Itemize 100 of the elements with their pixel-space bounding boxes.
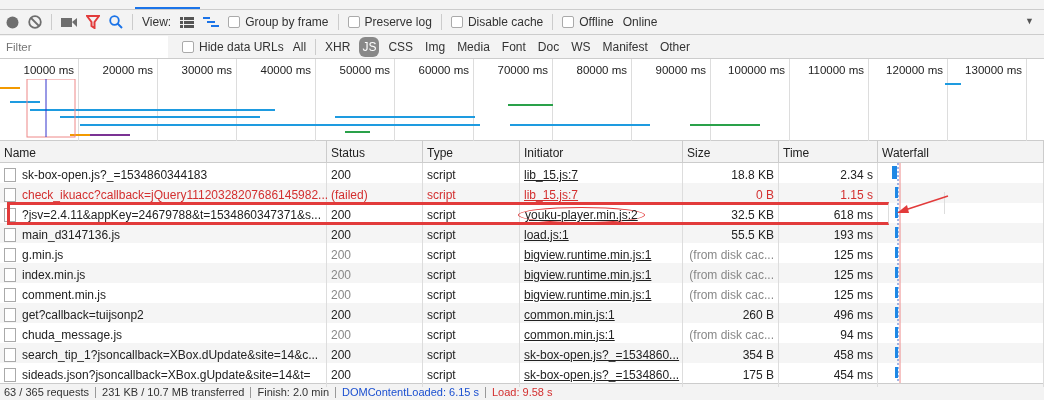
status-bar-text: 231 KB / 10.7 MB transferred — [102, 385, 245, 400]
checkbox-label[interactable]: Group by frame — [228, 13, 329, 31]
column-header[interactable]: Size — [687, 146, 711, 160]
status-text: 200 — [331, 208, 352, 222]
type-text: script — [427, 368, 456, 382]
waterfall-view-icon[interactable] — [203, 16, 220, 28]
initiator-link[interactable]: common.min.js:1 — [524, 328, 615, 342]
tick-label: 100000 ms — [728, 64, 785, 76]
waterfall-bar — [895, 327, 898, 338]
type-text: script — [427, 248, 456, 262]
waterfall-bar — [895, 307, 898, 318]
status-text: 200 — [331, 368, 352, 382]
request-name[interactable]: check_ikuacc?callback=jQuery11120328207686145982... — [22, 188, 329, 202]
checkbox-label[interactable]: Offline — [562, 13, 614, 31]
status-bar-text: 63 / 365 requests — [4, 385, 89, 400]
search-icon[interactable] — [109, 15, 123, 29]
initiator-link[interactable]: lib_15.js:7 — [524, 168, 579, 182]
video-camera-icon[interactable] — [61, 16, 77, 28]
size-text: (from disk cac... — [689, 328, 774, 342]
column-header[interactable]: Time — [783, 146, 810, 160]
size-text: 55.5 KB — [731, 228, 774, 242]
time-text: 125 ms — [833, 268, 873, 282]
column-header[interactable]: Waterfall — [882, 146, 929, 160]
size-text: (from disk cac... — [689, 288, 774, 302]
request-name[interactable]: chuda_message.js — [22, 328, 123, 342]
column-header[interactable]: Name — [4, 146, 36, 160]
time-text: 458 ms — [833, 348, 873, 362]
initiator-link[interactable]: common.min.js:1 — [524, 308, 615, 322]
type-filter-button[interactable]: Media — [454, 36, 493, 57]
tick-label: 40000 ms — [260, 64, 311, 76]
initiator-link[interactable]: load.js:1 — [524, 228, 569, 242]
selected-tab-indicator — [135, 7, 200, 9]
time-text: 193 ms — [833, 228, 873, 242]
checkbox-label[interactable]: Disable cache — [450, 13, 544, 31]
type-text: script — [427, 268, 456, 282]
waterfall-bar — [895, 187, 898, 198]
checkbox-label[interactable]: Preserve log — [347, 13, 432, 31]
checkbox-label[interactable]: Hide data URLs — [182, 37, 284, 56]
tick-label: 30000 ms — [181, 64, 232, 76]
type-filter-button[interactable]: XHR — [322, 36, 354, 57]
type-text: script — [427, 348, 456, 362]
size-text: (from disk cac... — [689, 268, 774, 282]
record-button[interactable] — [6, 15, 19, 29]
list-view-icon[interactable] — [180, 16, 195, 28]
type-filter-button[interactable]: Other — [656, 36, 693, 57]
type-filter-button[interactable]: CSS — [385, 36, 417, 57]
type-filter-button[interactable]: WS — [568, 36, 594, 57]
request-name[interactable]: sideads.json?jsoncallback=XBox.gUpdate&site=14&t= — [22, 368, 311, 382]
request-name[interactable]: ?jsv=2.4.11&appKey=24679788&t=1534860347371&s... — [22, 208, 322, 222]
status-bar-text: Load: 9.58 s — [492, 385, 553, 400]
initiator-link[interactable]: bigview.runtime.min.js:1 — [524, 248, 652, 262]
status-bar-text: DOMContentLoaded: 6.15 s — [342, 385, 479, 400]
request-name[interactable]: comment.min.js — [22, 288, 107, 302]
status-text: 200 — [331, 248, 352, 262]
tick-label: 50000 ms — [339, 64, 390, 76]
type-text: script — [427, 168, 456, 182]
filter-input[interactable]: Filter — [0, 35, 168, 58]
clear-icon[interactable] — [28, 15, 42, 29]
filter-icon[interactable] — [86, 15, 100, 29]
type-text: script — [427, 288, 456, 302]
type-text: script — [427, 228, 456, 242]
status-text: 200 — [331, 308, 352, 322]
type-filter-button[interactable]: Img — [422, 36, 449, 57]
type-filter-button[interactable]: Doc — [534, 36, 563, 57]
request-name[interactable]: sk-box-open.js?_=1534860344183 — [22, 168, 208, 182]
initiator-link[interactable]: sk-box-open.js?_=1534860... — [524, 368, 680, 382]
request-name[interactable]: main_d3147136.js — [22, 228, 121, 242]
tick-label: 90000 ms — [655, 64, 706, 76]
size-text: 32.5 KB — [731, 208, 774, 222]
type-filter-button[interactable]: JS — [359, 36, 380, 57]
throttling-dropdown[interactable]: Online — [622, 13, 658, 31]
time-text: 496 ms — [833, 308, 873, 322]
initiator-link[interactable]: bigview.runtime.min.js:1 — [524, 288, 652, 302]
request-name[interactable]: search_tip_1?jsoncallback=XBox.dUpdate&site=14&c... — [22, 348, 319, 362]
initiator-link[interactable]: bigview.runtime.min.js:1 — [524, 268, 652, 282]
type-filter-button[interactable]: Font — [498, 36, 529, 57]
type-filter-button[interactable]: Manifest — [599, 36, 651, 57]
waterfall-bar — [892, 166, 897, 179]
initiator-link[interactable]: lib_15.js:7 — [524, 188, 579, 202]
view-label: View: — [142, 14, 172, 31]
status-text: 200 — [331, 228, 352, 242]
tick-label: 120000 ms — [886, 64, 943, 76]
type-filter-button[interactable]: All — [289, 36, 310, 57]
request-name[interactable]: index.min.js — [22, 268, 86, 282]
initiator-link[interactable]: sk-box-open.js?_=1534860... — [524, 348, 680, 362]
request-name[interactable]: get?callback=tuijsonp2 — [22, 308, 144, 322]
column-header[interactable]: Initiator — [524, 146, 564, 160]
status-text: 200 — [331, 288, 352, 302]
waterfall-bar — [895, 267, 898, 278]
caret-icon[interactable]: ▼ — [1025, 15, 1034, 29]
status-text: 200 — [331, 168, 352, 182]
size-text: 0 B — [756, 188, 774, 202]
size-text: 18.8 KB — [731, 168, 774, 182]
time-text: 618 ms — [833, 208, 873, 222]
waterfall-bar — [895, 287, 898, 298]
column-header[interactable]: Status — [331, 146, 366, 160]
time-text: 454 ms — [833, 368, 873, 382]
type-text: script — [427, 308, 456, 322]
request-name[interactable]: g.min.js — [22, 248, 64, 262]
column-header[interactable]: Type — [427, 146, 453, 160]
